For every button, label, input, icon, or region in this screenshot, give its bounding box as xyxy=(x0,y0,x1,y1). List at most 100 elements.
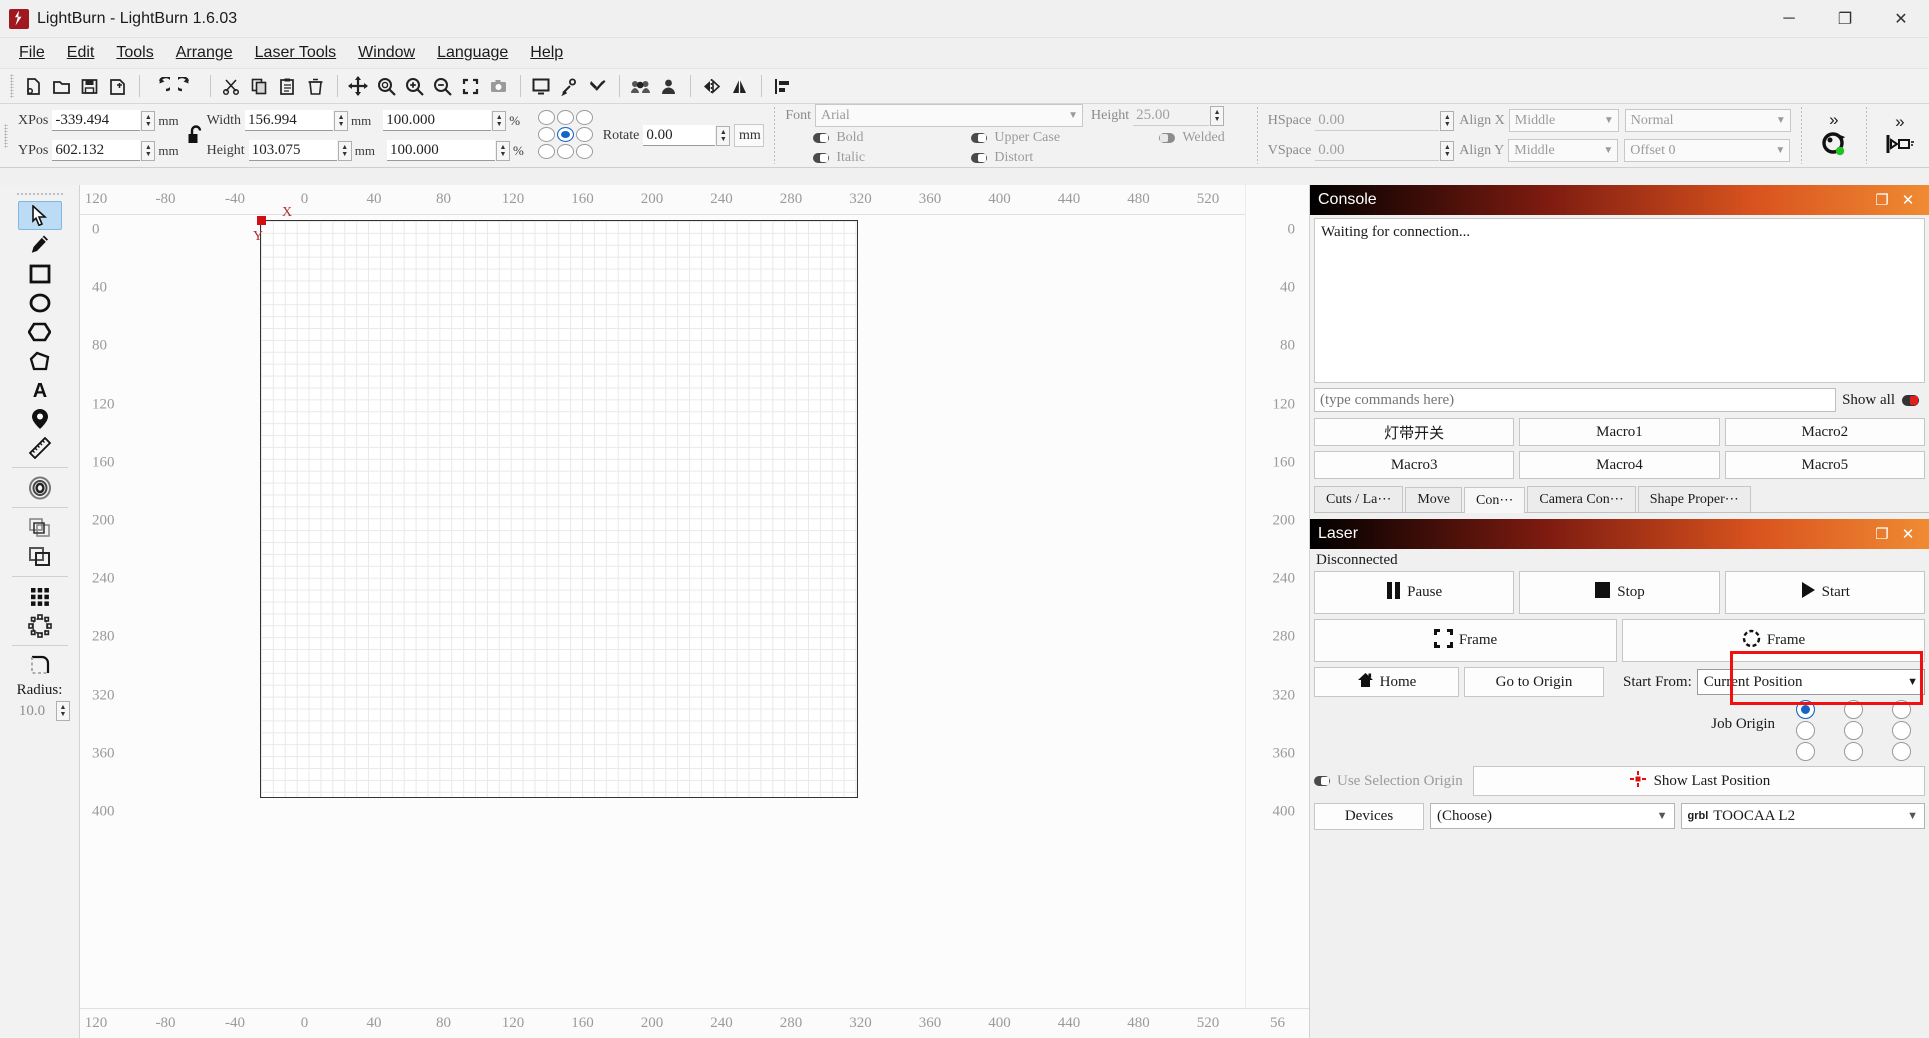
height-input[interactable] xyxy=(248,140,337,161)
redo-icon[interactable] xyxy=(175,73,201,99)
rotary-axis-icon[interactable] xyxy=(1818,130,1850,161)
cut-icon[interactable] xyxy=(218,73,244,99)
zoom-fit-icon[interactable] xyxy=(373,73,399,99)
italic-toggle[interactable]: Italic xyxy=(813,150,949,166)
font-family-select[interactable]: Arial ▼ xyxy=(815,104,1084,127)
tab-cuts-layers[interactable]: Cuts / La⋯ xyxy=(1314,486,1404,512)
offset-shapes-icon[interactable] xyxy=(18,473,62,502)
height-percent-spinner[interactable]: ▲ ▼ xyxy=(495,140,510,161)
camera-overflow-button[interactable]: » xyxy=(1889,112,1910,132)
fillet-corner-icon[interactable] xyxy=(18,651,62,680)
group-icon[interactable] xyxy=(627,73,653,99)
macro-button-5[interactable]: Macro5 xyxy=(1724,451,1925,479)
mirror-horizontal-icon[interactable] xyxy=(698,73,724,99)
job-origin-cell-4[interactable] xyxy=(1843,721,1863,740)
normal-mode-select[interactable]: Normal ▼ xyxy=(1624,109,1791,132)
rotate-unit-button[interactable]: mm xyxy=(734,124,765,147)
ungroup-icon[interactable] xyxy=(655,73,681,99)
hspace-spinner[interactable]: ▲ ▼ xyxy=(1440,110,1455,131)
tab-camera-control[interactable]: Camera Con⋯ xyxy=(1527,486,1636,512)
start-button[interactable]: Start xyxy=(1724,571,1925,614)
anchor-cell-2[interactable] xyxy=(575,110,593,125)
upper-case-toggle[interactable]: Upper Case xyxy=(971,130,1137,146)
unlocked-padlock-icon[interactable] xyxy=(185,124,207,148)
save-icon[interactable] xyxy=(76,73,102,99)
laser-float-icon[interactable]: ❐ xyxy=(1869,522,1895,546)
macro-button-1[interactable]: Macro1 xyxy=(1519,418,1720,446)
measure-ruler-icon[interactable] xyxy=(18,433,62,462)
width-percent-input[interactable] xyxy=(383,110,492,131)
zoom-selection-icon[interactable] xyxy=(457,73,483,99)
move-icon[interactable] xyxy=(345,73,371,99)
height-percent-input[interactable] xyxy=(386,140,495,161)
macro-button-3[interactable]: Macro3 xyxy=(1314,451,1515,479)
job-origin-cell-2[interactable] xyxy=(1891,700,1911,719)
circular-array-icon[interactable] xyxy=(18,611,62,640)
rectangle-icon[interactable] xyxy=(18,259,62,288)
zoom-out-icon[interactable] xyxy=(429,73,455,99)
width-input[interactable] xyxy=(245,110,334,131)
text-tool-icon[interactable]: A xyxy=(18,375,62,404)
close-button[interactable]: ✕ xyxy=(1873,0,1929,38)
anchor-cell-4[interactable] xyxy=(556,127,574,142)
job-origin-cell-3[interactable] xyxy=(1795,721,1815,740)
menu-tools[interactable]: Tools xyxy=(105,41,164,65)
anchor-point-selector[interactable] xyxy=(537,110,595,161)
width-percent-spinner[interactable]: ▲ ▼ xyxy=(492,110,507,131)
menu-edit[interactable]: Edit xyxy=(56,41,106,65)
start-from-select[interactable]: Current Position ▼ xyxy=(1696,669,1925,695)
distort-toggle[interactable]: Distort xyxy=(971,150,1033,166)
macro-button-4[interactable]: Macro4 xyxy=(1519,451,1720,479)
mirror-vertical-icon[interactable] xyxy=(726,73,752,99)
device-name-select[interactable]: grbl TOOCAA L2 ▼ xyxy=(1680,803,1925,829)
boolean-weld-icon[interactable] xyxy=(18,513,62,542)
node-edit-icon[interactable] xyxy=(18,404,62,433)
show-all-toggle[interactable]: Show all xyxy=(1836,392,1925,409)
anchor-cell-7[interactable] xyxy=(556,144,574,159)
horizontal-ruler-top[interactable]: 120 -80 -40 0 40 80 120 160 200 240 280 320 360 400 44… xyxy=(80,185,1309,215)
rotary-overflow-button[interactable]: » xyxy=(1823,110,1844,130)
laser-work-area[interactable] xyxy=(260,220,858,798)
home-button[interactable]: Home xyxy=(1314,667,1459,697)
ypos-spinner[interactable]: ▲ ▼ xyxy=(141,140,156,161)
menu-laser-tools[interactable]: Laser Tools xyxy=(244,41,348,65)
menu-language[interactable]: Language xyxy=(426,41,519,65)
save-as-icon[interactable] xyxy=(104,73,130,99)
ypos-input[interactable] xyxy=(52,140,141,161)
width-spinner[interactable]: ▲ ▼ xyxy=(334,110,349,131)
align-y-select[interactable]: Middle ▼ xyxy=(1508,139,1619,162)
settings-icon[interactable] xyxy=(556,73,582,99)
anchor-cell-0[interactable] xyxy=(537,110,555,125)
vspace-spinner[interactable]: ▲ ▼ xyxy=(1440,140,1455,161)
copy-icon[interactable] xyxy=(246,73,272,99)
welded-toggle[interactable]: Welded xyxy=(1159,130,1225,146)
anchor-cell-3[interactable] xyxy=(537,127,555,142)
frame-square-button[interactable]: Frame xyxy=(1314,619,1617,662)
job-origin-cell-8[interactable] xyxy=(1891,742,1911,761)
boolean-union-icon[interactable] xyxy=(18,542,62,571)
align-icon[interactable] xyxy=(769,73,795,99)
macro-button-2[interactable]: Macro2 xyxy=(1724,418,1925,446)
maximize-button[interactable]: ❐ xyxy=(1817,0,1873,38)
job-origin-cell-1[interactable] xyxy=(1843,700,1863,719)
zoom-in-icon[interactable] xyxy=(401,73,427,99)
laser-close-icon[interactable]: ✕ xyxy=(1895,522,1921,546)
frame-icon[interactable] xyxy=(528,73,554,99)
pencil-draw-icon[interactable] xyxy=(18,230,62,259)
menu-arrange[interactable]: Arrange xyxy=(165,41,244,65)
open-file-icon[interactable] xyxy=(48,73,74,99)
pause-button[interactable]: Pause xyxy=(1314,571,1515,614)
anchor-cell-6[interactable] xyxy=(537,144,555,159)
new-file-icon[interactable] xyxy=(20,73,46,99)
anchor-cell-8[interactable] xyxy=(575,144,593,159)
vertical-ruler-right[interactable]: 0 40 80 120 160 200 240 280 320 360 400 xyxy=(1245,185,1309,1038)
job-origin-cell-7[interactable] xyxy=(1843,742,1863,761)
select-cursor-icon[interactable] xyxy=(17,201,62,230)
tab-shape-properties[interactable]: Shape Proper⋯ xyxy=(1637,486,1751,512)
closed-shape-icon[interactable] xyxy=(18,346,62,375)
console-command-input[interactable] xyxy=(1314,388,1837,412)
device-choose-select[interactable]: (Choose) ▼ xyxy=(1430,803,1675,829)
job-origin-cell-5[interactable] xyxy=(1891,721,1911,740)
console-close-icon[interactable]: ✕ xyxy=(1895,188,1921,212)
stop-button[interactable]: Stop xyxy=(1519,571,1720,614)
